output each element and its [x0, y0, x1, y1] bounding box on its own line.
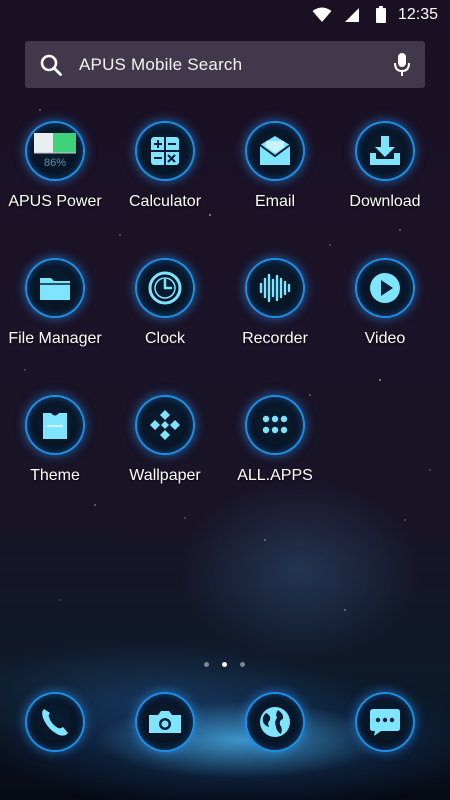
globe-icon[interactable]	[247, 694, 303, 750]
search-bar[interactable]: APUS Mobile Search	[25, 41, 425, 88]
signal-icon	[344, 7, 360, 28]
page-dot[interactable]	[204, 662, 209, 667]
download-icon[interactable]	[357, 123, 413, 179]
battery-meter-icon[interactable]: 86%	[27, 123, 83, 179]
app-grid-icon[interactable]	[247, 397, 303, 453]
shirt-icon[interactable]	[27, 397, 83, 453]
envelope-icon[interactable]	[247, 123, 303, 179]
chat-icon[interactable]	[357, 694, 413, 750]
app-label: Download	[349, 193, 421, 210]
status-bar: 12:35	[0, 0, 450, 30]
waveform-icon[interactable]	[247, 260, 303, 316]
calculator-icon[interactable]	[137, 123, 193, 179]
page-indicator	[0, 662, 450, 670]
wifi-icon	[312, 7, 332, 28]
page-dot-active[interactable]	[222, 662, 227, 667]
status-time: 12:35	[397, 6, 438, 23]
folder-icon[interactable]	[27, 260, 83, 316]
search-placeholder[interactable]: APUS Mobile Search	[79, 55, 242, 75]
wallpaper-icon[interactable]	[137, 397, 193, 453]
search-icon[interactable]	[39, 53, 63, 82]
clock-icon[interactable]	[137, 260, 193, 316]
battery-icon	[376, 6, 386, 28]
microphone-icon[interactable]	[393, 52, 411, 83]
phone-icon[interactable]	[27, 694, 83, 750]
power-percent: 86%	[43, 157, 67, 169]
page-dot[interactable]	[240, 662, 245, 667]
app-label: ALL.APPS	[237, 467, 313, 484]
play-icon[interactable]	[357, 260, 413, 316]
camera-icon[interactable]	[137, 694, 193, 750]
app-label: Video	[364, 330, 406, 347]
